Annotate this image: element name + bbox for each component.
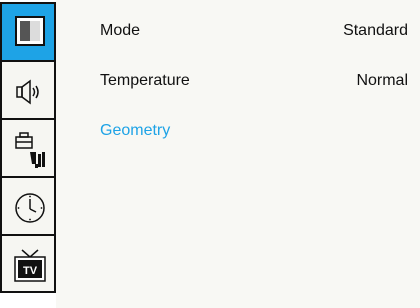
menu-row-temperature[interactable]: Temperature Normal: [100, 72, 408, 94]
sidebar-item-setup[interactable]: [0, 118, 56, 176]
speaker-icon: [16, 79, 39, 105]
temperature-value: Normal: [356, 72, 408, 89]
sidebar: TV: [0, 0, 75, 308]
mode-value: Standard: [343, 22, 408, 39]
svg-text:TV: TV: [23, 265, 38, 277]
picture-icon: [15, 16, 45, 46]
geometry-label: Geometry: [100, 122, 171, 139]
clock-icon: [15, 193, 45, 223]
temperature-label: Temperature: [100, 72, 190, 89]
tv-icon: TV: [14, 249, 46, 282]
sidebar-item-sound[interactable]: [0, 60, 56, 118]
osd-menu: TV Mode Standard Temperature Normal Geom…: [0, 0, 420, 308]
mode-label: Mode: [100, 22, 141, 39]
menu-row-mode[interactable]: Mode Standard: [100, 22, 408, 44]
menu-row-geometry[interactable]: Geometry: [100, 122, 408, 144]
toolbox-icon: [15, 132, 45, 168]
sidebar-item-picture[interactable]: [0, 2, 56, 60]
sidebar-item-time[interactable]: [0, 176, 56, 234]
sidebar-item-tv[interactable]: TV: [0, 234, 56, 293]
menu-panel: [56, 0, 420, 308]
